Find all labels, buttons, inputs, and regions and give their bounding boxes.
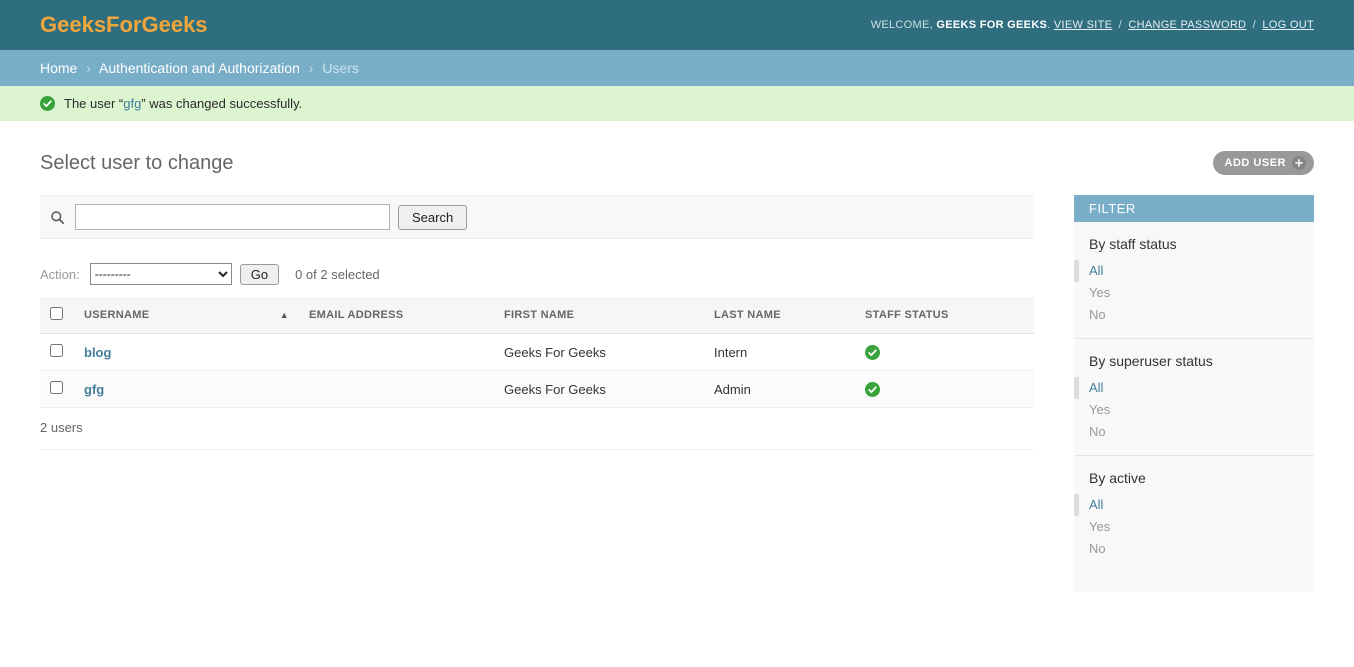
add-plus-icon (1292, 156, 1306, 170)
results-table: USERNAME ▲ EMAIL ADDRESS FIRST NAME LAST… (40, 297, 1034, 409)
action-label: Action: (40, 266, 80, 282)
filter-option: No (1074, 421, 1314, 443)
filter-option: No (1074, 304, 1314, 326)
filter-option-link[interactable]: Yes (1074, 399, 1314, 421)
filter-heading: By superuser status (1089, 353, 1213, 369)
success-check-icon (40, 96, 55, 111)
changelist: Search Action: --------- Go 0 of 2 selec… (40, 195, 1034, 451)
success-message: The user “gfg” was changed successfully. (0, 86, 1354, 121)
filter-sidebar: FILTER By staff status All Yes No By sup… (1074, 195, 1314, 592)
content-header: Select user to change ADD USER (0, 151, 1354, 175)
filter-option-link[interactable]: Yes (1074, 282, 1314, 304)
select-all-checkbox[interactable] (50, 307, 63, 320)
current-username: GEEKS FOR GEEKS (936, 19, 1048, 31)
sort-first-name-link[interactable]: FIRST NAME (504, 309, 574, 321)
filter-option: Yes (1074, 282, 1314, 304)
sort-ascending-icon[interactable]: ▲ (280, 309, 289, 322)
content-body: Search Action: --------- Go 0 of 2 selec… (0, 195, 1354, 622)
message-text-before: The user “ (64, 96, 124, 111)
first-name-cell: Geeks For Geeks (494, 370, 704, 409)
filter-section-superuser-status: By superuser status All Yes No (1074, 338, 1314, 455)
column-header-username[interactable]: USERNAME ▲ (74, 297, 299, 334)
username-link[interactable]: blog (84, 345, 111, 360)
site-brand[interactable]: GeeksForGeeks (40, 12, 208, 38)
action-counter: 0 of 2 selected (295, 266, 380, 282)
go-button[interactable]: Go (239, 263, 280, 285)
message-text-after: ” was changed successfully. (141, 96, 303, 111)
breadcrumb-auth[interactable]: Authentication and Authorization (99, 60, 300, 76)
breadcrumb-home[interactable]: Home (40, 60, 77, 76)
search-input[interactable] (75, 204, 390, 230)
filter-option: All (1074, 494, 1314, 516)
search-button[interactable]: Search (398, 204, 468, 230)
table-header-row: USERNAME ▲ EMAIL ADDRESS FIRST NAME LAST… (40, 297, 1034, 334)
last-name-cell: Admin (704, 370, 855, 409)
first-name-cell: Geeks For Geeks (494, 333, 704, 372)
column-header-first-name[interactable]: FIRST NAME (494, 297, 704, 334)
filter-heading: By active (1089, 470, 1146, 486)
result-count: 2 users (40, 408, 1034, 451)
change-password-link[interactable]: CHANGE PASSWORD (1128, 19, 1246, 31)
filter-option-link[interactable]: No (1074, 421, 1314, 443)
last-name-cell: Intern (704, 333, 855, 372)
email-cell (299, 333, 494, 372)
filter-option: No (1074, 538, 1314, 560)
filter-option-link[interactable]: All (1079, 260, 1314, 282)
view-site-link[interactable]: VIEW SITE (1054, 19, 1112, 31)
sort-username-link[interactable]: USERNAME (84, 309, 149, 321)
filter-option: All (1074, 260, 1314, 282)
column-header-last-name[interactable]: LAST NAME (704, 297, 855, 334)
filter-section-staff-status: By staff status All Yes No (1074, 236, 1314, 338)
action-select[interactable]: --------- (89, 263, 232, 285)
welcome-text: WELCOME, (870, 19, 933, 31)
filter-option-link[interactable]: Yes (1074, 516, 1314, 538)
username-link[interactable]: gfg (84, 382, 104, 397)
search-toolbar: Search (40, 195, 1034, 239)
filter-heading: By staff status (1089, 236, 1177, 252)
filter-option-link[interactable]: All (1079, 494, 1314, 516)
page-title: Select user to change (40, 151, 234, 174)
sort-staff-status-link[interactable]: STAFF STATUS (865, 309, 949, 321)
staff-status-yes-icon (865, 382, 880, 398)
add-user-button[interactable]: ADD USER (1212, 151, 1314, 175)
filter-option-link[interactable]: No (1074, 538, 1314, 560)
filter-option-link[interactable]: All (1079, 377, 1314, 399)
changed-object-link[interactable]: gfg (123, 96, 141, 111)
search-icon (50, 210, 65, 225)
sort-email-link[interactable]: EMAIL ADDRESS (309, 309, 403, 321)
row-checkbox[interactable] (50, 381, 63, 395)
email-cell (299, 370, 494, 409)
table-row: blog Geeks For Geeks Intern (40, 333, 1034, 372)
filter-option: All (1074, 377, 1314, 399)
column-header-staff-status[interactable]: STAFF STATUS (855, 297, 1034, 334)
breadcrumb-divider: › (86, 60, 91, 76)
app-header: GeeksForGeeks WELCOME, GEEKS FOR GEEKS. … (0, 0, 1354, 50)
filter-option: Yes (1074, 516, 1314, 538)
breadcrumb-divider: › (308, 60, 314, 76)
table-row: gfg Geeks For Geeks Admin (40, 370, 1034, 409)
row-checkbox[interactable] (50, 344, 63, 358)
sort-last-name-link[interactable]: LAST NAME (714, 309, 781, 321)
filter-option: Yes (1074, 399, 1314, 421)
welcome-period: . (1047, 19, 1051, 31)
link-separator: / (1118, 19, 1122, 31)
filter-section-active: By active All Yes No (1074, 455, 1314, 572)
link-separator: / (1252, 19, 1257, 31)
filter-option-link[interactable]: No (1074, 304, 1314, 326)
add-user-label: ADD USER (1224, 157, 1286, 169)
breadcrumb-users: Users (322, 60, 359, 76)
staff-status-yes-icon (865, 345, 880, 361)
column-header-email[interactable]: EMAIL ADDRESS (299, 297, 494, 334)
user-tools: WELCOME, GEEKS FOR GEEKS. VIEW SITE / CH… (871, 19, 1314, 31)
breadcrumb: Home › Authentication and Authorization … (0, 50, 1354, 86)
log-out-link[interactable]: LOG OUT (1262, 19, 1314, 31)
filter-title: FILTER (1074, 195, 1314, 222)
actions-bar: Action: --------- Go 0 of 2 selected (40, 263, 1034, 285)
